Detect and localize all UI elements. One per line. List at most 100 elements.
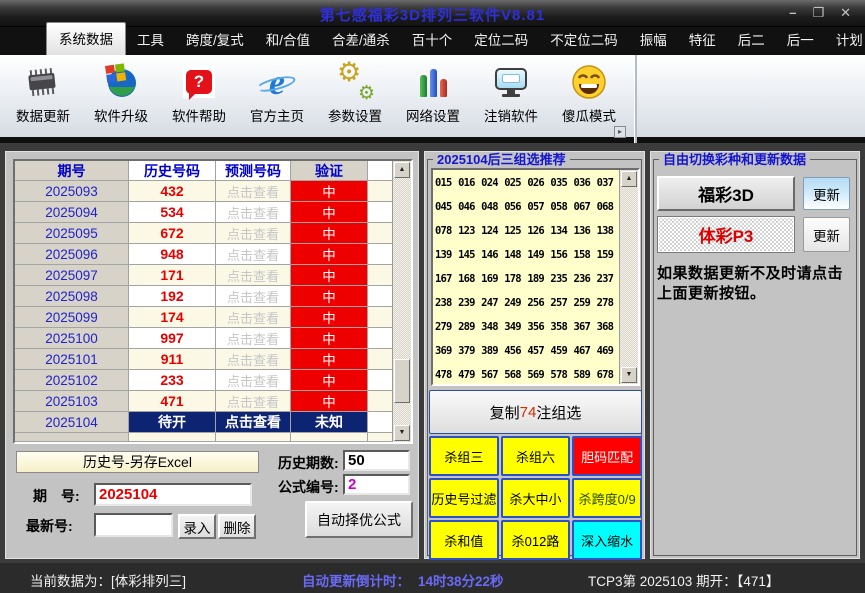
table-row[interactable]: 2025102 233 点击查看 中: [15, 370, 392, 391]
tab-amplitude[interactable]: 振幅: [629, 24, 678, 55]
table-scrollbar[interactable]: ▲ ▼: [392, 161, 411, 442]
filter-buttons-grid: 杀组三 杀组六 胆码匹配 历史号过滤 杀大中小 杀跨度0/9 杀和值 杀012路…: [429, 436, 642, 560]
copy-groups-button[interactable]: 复制 74 注组选: [429, 390, 642, 434]
recommend-numbers-text[interactable]: 015 016 024 025 026 035 036 037 045 046 …: [435, 171, 618, 383]
table-row[interactable]: 2025100 997 点击查看 中: [15, 328, 392, 349]
view-predict-link[interactable]: 点击查看: [216, 202, 291, 223]
table-row[interactable]: 2025096 948 点击查看 中: [15, 244, 392, 265]
view-predict-link[interactable]: 点击查看: [216, 391, 291, 412]
verify-badge: 中: [291, 349, 368, 370]
toolbar-parameter-settings[interactable]: ⚙ ⚙ 参数设置: [316, 57, 394, 139]
history-panel: 期号 历史号码 预测号码 验证 2025093 432 点击查看 中 20250…: [5, 151, 419, 559]
current-data-status: 当前数据为：[体彩排列三]: [30, 574, 187, 589]
table-row[interactable]: 2025095 672 点击查看 中: [15, 223, 392, 244]
tab-plan[interactable]: 计划: [825, 24, 865, 55]
view-predict-link[interactable]: 点击查看: [216, 244, 291, 265]
ticai-p3-button[interactable]: 体彩P3: [657, 216, 795, 253]
kill-group3-button[interactable]: 杀组三: [429, 436, 499, 476]
kill-group6-button[interactable]: 杀组六: [500, 436, 571, 476]
verify-badge: 未知: [291, 412, 368, 433]
view-predict-link[interactable]: 点击查看: [216, 349, 291, 370]
toolbar-logout-software[interactable]: 注销软件: [472, 61, 550, 139]
col-header-history: 历史号码: [129, 161, 216, 181]
enter-button[interactable]: 录入: [178, 514, 216, 539]
table-row[interactable]: 2025094 534 点击查看 中: [15, 202, 392, 223]
recommend-group-title: 2025104后三组选推荐: [433, 152, 570, 167]
tab-diff-kill[interactable]: 合差/通杀: [321, 24, 401, 55]
view-predict-link[interactable]: 点击查看: [216, 265, 291, 286]
period-label: 期 号:: [33, 488, 80, 504]
smiley-icon: [571, 61, 607, 103]
scroll-down-icon[interactable]: ▼: [621, 367, 637, 383]
verify-badge: 中: [291, 244, 368, 265]
kill-sum-button[interactable]: 杀和值: [429, 520, 499, 560]
view-predict-link[interactable]: 点击查看: [216, 370, 291, 391]
col-header-period: 期号: [15, 161, 129, 181]
upgrade-icon: [102, 61, 140, 103]
history-count-input[interactable]: [343, 450, 410, 471]
restore-button[interactable]: ❐: [812, 5, 824, 21]
kill-span-09-button[interactable]: 杀跨度0/9: [572, 478, 642, 518]
toolbar-network-settings[interactable]: 网络设置: [394, 61, 472, 139]
scroll-down-icon[interactable]: ▼: [394, 425, 410, 441]
tab-system-data[interactable]: 系统数据: [46, 22, 126, 55]
latest-number-input[interactable]: [94, 513, 173, 537]
formula-number-input[interactable]: [343, 474, 410, 495]
tab-span-duplex[interactable]: 跨度/复式: [175, 24, 255, 55]
verify-badge: 中: [291, 370, 368, 391]
tab-last-two[interactable]: 后二: [727, 24, 776, 55]
app-window: 第七感福彩3D排列三软件V8.81 – ❐ ✕ 系统数据 工具 跨度/复式 和/…: [0, 0, 865, 593]
kill-012-route-button[interactable]: 杀012路: [500, 520, 571, 560]
recommend-numbers-box[interactable]: 015 016 024 025 026 035 036 037 045 046 …: [431, 168, 640, 386]
status-bar: 当前数据为：[体彩排列三] 自动更新倒计时： 14时38分22秒 TCP3第 20…: [0, 563, 865, 593]
tab-position-2code[interactable]: 定位二码: [463, 24, 539, 55]
kill-big-mid-small-button[interactable]: 杀大中小: [500, 478, 571, 518]
toolbar: 数据更新 软件升级 ? 软件帮助 e 官方主页 ⚙ ⚙ 参数设置 网络设置 注销…: [0, 55, 865, 143]
minimize-button[interactable]: –: [789, 5, 796, 21]
table-header-row: 期号 历史号码 预测号码 验证: [15, 161, 392, 181]
update-ticai-button[interactable]: 更新: [803, 217, 850, 252]
numbers-scrollbar[interactable]: ▲ ▼: [619, 170, 638, 384]
tab-feature[interactable]: 特征: [678, 24, 727, 55]
history-filter-button[interactable]: 历史号过滤: [429, 478, 499, 518]
delete-button[interactable]: 删除: [218, 514, 256, 539]
toolbar-software-help[interactable]: ? 软件帮助: [160, 61, 238, 139]
view-predict-link[interactable]: 点击查看: [216, 328, 291, 349]
table-row[interactable]: 2025101 911 点击查看 中: [15, 349, 392, 370]
toolbar-official-homepage[interactable]: e 官方主页: [238, 61, 316, 139]
tab-hundred-ten[interactable]: 百十个: [401, 24, 464, 55]
table-row[interactable]: 2025097 171 点击查看 中: [15, 265, 392, 286]
history-table: 期号 历史号码 预测号码 验证 2025093 432 点击查看 中 20250…: [13, 159, 413, 444]
period-input[interactable]: [94, 483, 252, 506]
view-predict-link[interactable]: 点击查看: [216, 181, 291, 202]
table-row-pending-selected[interactable]: 2025104 待开 点击查看 未知: [15, 412, 392, 433]
tab-tools[interactable]: 工具: [126, 24, 175, 55]
tab-sum-value[interactable]: 和/合值: [255, 24, 321, 55]
view-predict-link[interactable]: 点击查看: [216, 412, 291, 433]
view-predict-link[interactable]: 点击查看: [216, 286, 291, 307]
dan-match-button[interactable]: 胆码匹配: [572, 436, 642, 476]
auto-formula-button[interactable]: 自动择优公式: [305, 501, 413, 538]
tab-nonposition-2code[interactable]: 不定位二码: [539, 24, 629, 55]
table-row[interactable]: 2025099 174 点击查看 中: [15, 307, 392, 328]
scroll-up-icon[interactable]: ▲: [621, 171, 637, 187]
scroll-up-icon[interactable]: ▲: [394, 162, 410, 178]
toolbar-software-upgrade[interactable]: 软件升级: [82, 61, 160, 139]
scrollbar-thumb[interactable]: [394, 359, 410, 403]
table-row[interactable]: 2025103 471 点击查看 中: [15, 391, 392, 412]
tab-last-one[interactable]: 后一: [776, 24, 825, 55]
deep-shrink-button[interactable]: 深入缩水: [572, 520, 642, 560]
window-title: 第七感福彩3D排列三软件V8.81: [319, 7, 546, 24]
toolbar-overflow-icon[interactable]: ▸: [614, 126, 626, 138]
col-header-predict: 预测号码: [216, 161, 291, 181]
fucai-3d-button[interactable]: 福彩3D: [657, 176, 795, 211]
view-predict-link[interactable]: 点击查看: [216, 223, 291, 244]
table-row[interactable]: 2025098 192 点击查看 中: [15, 286, 392, 307]
verify-badge: 中: [291, 307, 368, 328]
update-fucai-button[interactable]: 更新: [803, 177, 850, 210]
close-button[interactable]: ✕: [840, 5, 851, 21]
table-row[interactable]: 2025093 432 点击查看 中: [15, 181, 392, 202]
view-predict-link[interactable]: 点击查看: [216, 307, 291, 328]
export-excel-button[interactable]: 历史号-另存Excel: [16, 451, 259, 473]
toolbar-data-update[interactable]: 数据更新: [4, 61, 82, 139]
